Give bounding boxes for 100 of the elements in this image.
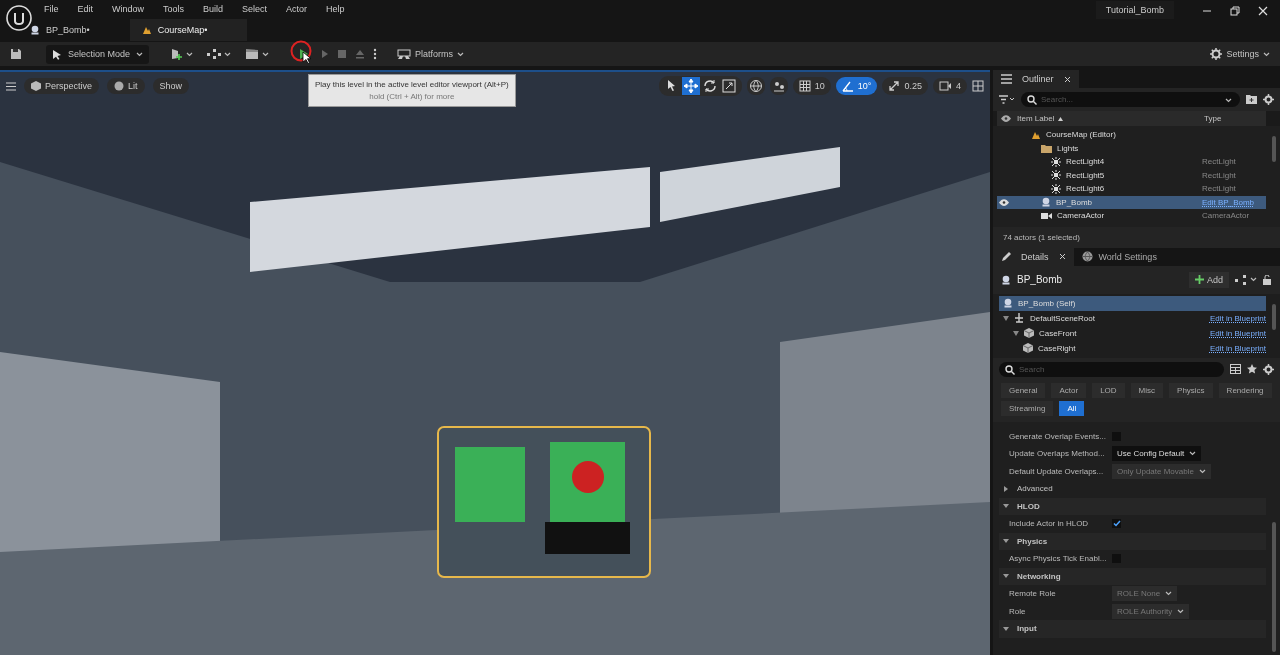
item-type: RectLight (1202, 184, 1237, 194)
outliner-row[interactable]: CameraActor CameraActor (997, 209, 1266, 223)
caret-icon (1165, 591, 1173, 597)
component-row[interactable]: CaseRight Edit in Blueprint (999, 340, 1266, 356)
selection-mode-dropdown[interactable]: Selection Mode (46, 44, 150, 64)
save-icon[interactable] (10, 48, 22, 60)
viewport-lit-button[interactable]: Lit (107, 78, 145, 94)
outliner-tab[interactable]: Outliner (993, 70, 1079, 88)
cube-icon (31, 81, 41, 91)
property-label: Remote Role (1009, 589, 1057, 599)
add-component-button[interactable]: Add (1189, 271, 1229, 288)
clapperboard-button[interactable] (245, 48, 270, 60)
outliner-row[interactable]: CourseMap (Editor) (997, 128, 1266, 142)
collapse-arrow-icon[interactable] (1003, 573, 1009, 580)
star-icon[interactable] (1247, 364, 1257, 374)
outliner-row[interactable]: RectLight5 RectLight (997, 168, 1266, 182)
column-header[interactable]: Type (1204, 114, 1262, 123)
viewport-camera-button[interactable]: Perspective (24, 78, 100, 94)
checkbox[interactable] (1112, 519, 1121, 529)
outliner-row[interactable]: Lights (997, 141, 1266, 155)
collapse-arrow-icon[interactable] (1003, 538, 1009, 545)
filter-tab[interactable]: General (1001, 382, 1046, 398)
blueprint-options-button[interactable] (1235, 274, 1257, 285)
advance-frame-icon[interactable] (321, 49, 330, 59)
panel-tab[interactable]: World Settings (1073, 247, 1165, 266)
filter-tab[interactable]: Rendering (1218, 382, 1272, 398)
dropdown[interactable]: Use Config Default (1112, 446, 1202, 462)
unreal-logo[interactable] (6, 5, 32, 31)
item-label: Lights (1057, 143, 1079, 153)
outliner-row[interactable]: BP_Bomb Edit BP_Bomb (997, 195, 1266, 209)
eject-icon[interactable] (355, 49, 366, 59)
edit-in-blueprint-link[interactable]: Edit in Blueprint (1209, 343, 1266, 353)
component-row[interactable]: BP_Bomb (Self) (999, 295, 1266, 311)
scrollbar[interactable] (1272, 521, 1276, 652)
menu-item[interactable]: Help (326, 2, 345, 16)
outliner-row[interactable]: RectLight6 RectLight (997, 182, 1266, 196)
menu-icon[interactable] (6, 81, 16, 91)
stop-icon[interactable] (337, 49, 348, 59)
more-options-icon[interactable] (373, 48, 378, 60)
expand-arrow-icon[interactable] (1003, 485, 1009, 492)
resize-arrow-icon[interactable] (888, 80, 901, 92)
restore-icon[interactable] (1230, 6, 1240, 16)
scale-tool-icon[interactable] (719, 77, 738, 95)
camera-icon[interactable] (939, 81, 952, 91)
menu-item[interactable]: Edit (77, 2, 94, 16)
menu-item[interactable]: Select (242, 2, 268, 16)
close-icon[interactable] (1058, 253, 1066, 260)
angle-icon[interactable] (841, 80, 854, 92)
table-icon[interactable] (1230, 364, 1241, 374)
expand-arrow-icon[interactable] (1003, 315, 1009, 321)
filter-tab[interactable]: Streaming (1001, 400, 1054, 416)
menu-item[interactable]: Build (203, 2, 224, 16)
filter-tab[interactable]: Misc (1130, 382, 1164, 398)
document-tab[interactable]: CourseMap• (129, 19, 248, 41)
filter-icon[interactable] (999, 95, 1015, 104)
add-actor-button[interactable] (169, 48, 194, 60)
category-header[interactable]: Networking (999, 567, 1266, 585)
lock-icon[interactable] (1263, 274, 1272, 285)
category-header[interactable]: Physics (999, 532, 1266, 550)
level-icon (141, 25, 152, 35)
filter-tab[interactable]: Actor (1051, 382, 1087, 398)
collapse-arrow-icon[interactable] (1003, 625, 1009, 632)
filter-tab[interactable]: All (1059, 400, 1085, 416)
grid-icon[interactable] (798, 80, 811, 92)
category-header[interactable]: Advanced (999, 480, 1266, 498)
settings-icon[interactable] (1263, 94, 1274, 105)
close-icon[interactable] (1063, 75, 1071, 83)
menu-item[interactable]: Tools (163, 2, 185, 16)
expand-arrow-icon[interactable] (1013, 330, 1019, 336)
edit-in-blueprint-link[interactable]: Edit in Blueprint (1209, 313, 1266, 323)
angle-snap-button[interactable]: 10° (835, 77, 878, 95)
column-header[interactable]: Item Label (1017, 114, 1198, 123)
property-label: Default Update Overlaps... (1009, 466, 1105, 476)
blueprint-nodes-button[interactable] (207, 48, 232, 60)
outliner-row[interactable]: RectLight4 RectLight (997, 155, 1266, 169)
category-header[interactable]: Input (999, 620, 1266, 638)
menu-item[interactable]: Window (112, 2, 145, 16)
item-label: BP_Bomb (1056, 197, 1093, 207)
filter-tab[interactable]: Physics (1169, 382, 1213, 398)
category-header[interactable]: HLOD (999, 497, 1266, 515)
edit-in-blueprint-link[interactable]: Edit in Blueprint (1209, 328, 1266, 338)
scrollbar[interactable] (1272, 136, 1276, 162)
eye-icon[interactable] (999, 198, 1009, 206)
new-folder-icon[interactable] (1246, 95, 1257, 104)
scale-snap-button[interactable]: 0.25 (882, 77, 928, 95)
menu-item[interactable]: Actor (286, 2, 308, 16)
filter-tab[interactable]: LOD (1092, 382, 1125, 398)
layout-icon[interactable] (972, 80, 984, 92)
document-tab[interactable]: BP_Bomb• (18, 19, 130, 41)
close-icon[interactable] (1258, 6, 1268, 16)
grid-snap-button[interactable]: 10 (792, 77, 831, 95)
component-row[interactable]: DefaultSceneRoot Edit in Blueprint (999, 310, 1266, 326)
settings-icon[interactable] (1263, 363, 1274, 375)
collapse-arrow-icon[interactable] (1003, 503, 1009, 510)
menu-item[interactable]: File (44, 2, 59, 16)
translate-tool-icon[interactable] (681, 77, 700, 95)
platforms-dropdown[interactable]: Platforms (397, 48, 465, 60)
settings-dropdown[interactable]: Settings (1210, 48, 1270, 60)
component-row[interactable]: CaseFront Edit in Blueprint (999, 325, 1266, 341)
scrollbar[interactable] (1272, 303, 1276, 330)
